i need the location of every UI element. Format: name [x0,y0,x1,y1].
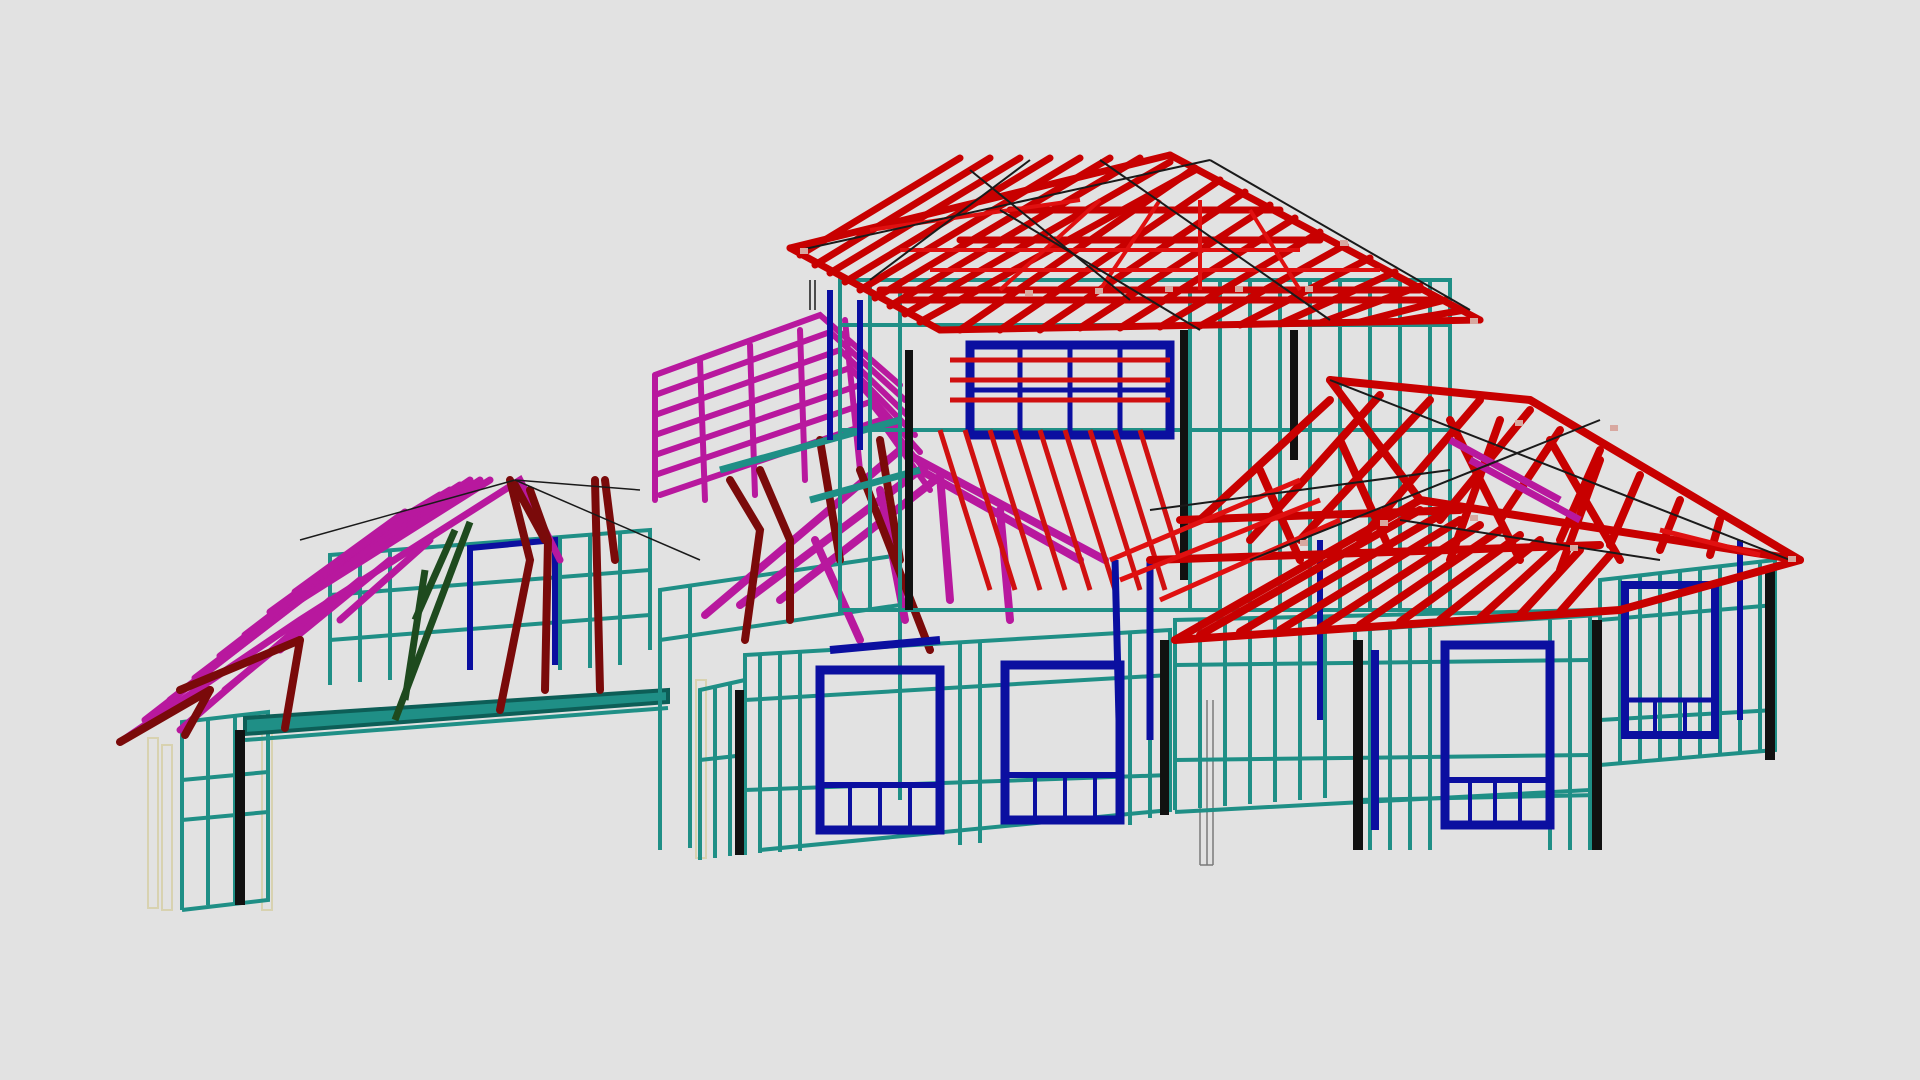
ground-window-left [815,636,945,835]
left-wing-frame [116,474,707,912]
ground-window-right [1000,660,1125,825]
steel-frame-house-model [116,151,1804,912]
main-hip-roof-trusses [786,151,1484,334]
3d-model-viewport[interactable] [0,0,1920,1080]
right-hip-roof-trusses [1109,376,1804,644]
ground-floor-centre-walls [698,559,1214,866]
